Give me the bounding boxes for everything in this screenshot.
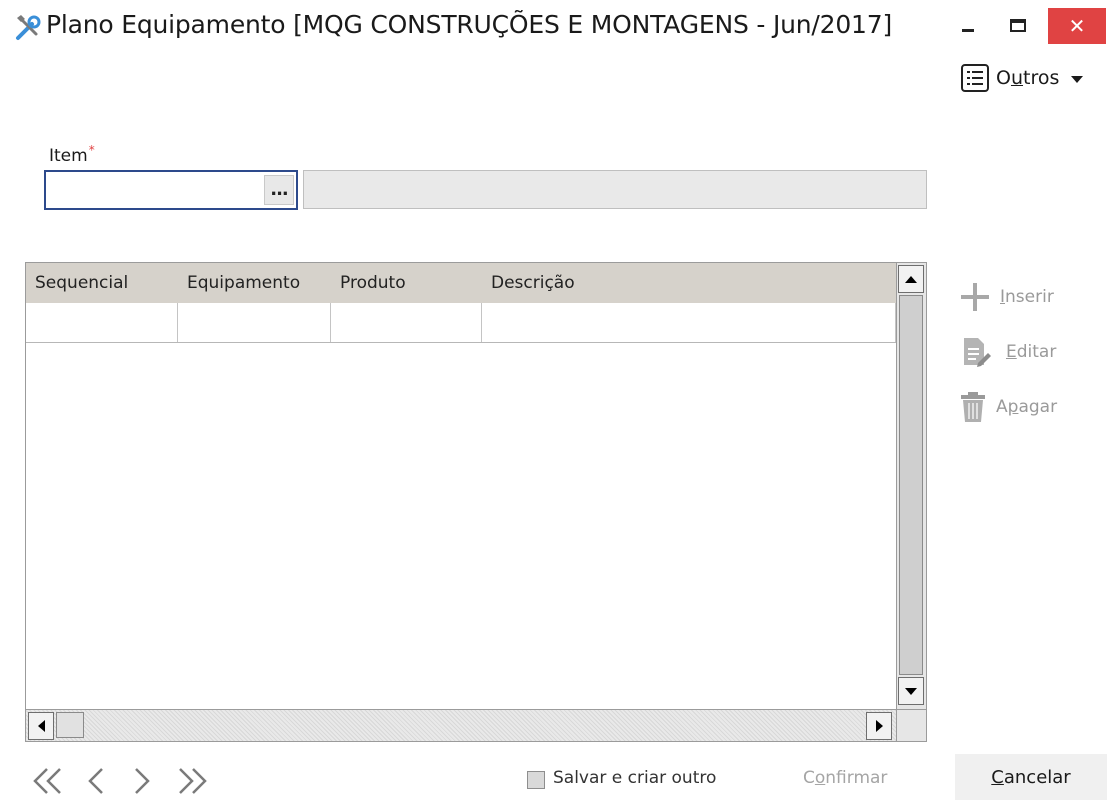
double-chevron-left-icon <box>33 768 61 794</box>
minimize-icon <box>962 29 974 32</box>
grid-header: Sequencial Equipamento Produto Descrição <box>26 263 896 303</box>
save-and-new-label[interactable]: Salvar e criar outro <box>553 768 716 788</box>
edit-button[interactable]: Editar <box>958 335 1056 369</box>
maximize-button[interactable] <box>996 8 1040 44</box>
required-marker: * <box>88 143 95 157</box>
insert-button[interactable]: Inserir <box>958 280 1054 314</box>
horizontal-scroll-thumb[interactable] <box>56 712 84 738</box>
tools-icon <box>16 15 41 40</box>
item-description-field <box>303 170 927 209</box>
scroll-left-button[interactable] <box>28 712 54 740</box>
chevron-right-icon <box>135 768 150 794</box>
maximize-icon <box>1010 19 1026 32</box>
cancel-button[interactable]: Cancelar <box>955 754 1107 800</box>
close-button[interactable]: ✕ <box>1048 8 1106 44</box>
edit-label: Editar <box>1006 342 1057 362</box>
table-cell[interactable] <box>26 303 178 342</box>
column-header-sequencial[interactable]: Sequencial <box>26 263 178 303</box>
column-header-produto[interactable]: Produto <box>331 263 482 303</box>
table-row[interactable] <box>26 303 896 343</box>
scroll-up-button[interactable] <box>898 265 924 293</box>
column-header-equipamento[interactable]: Equipamento <box>178 263 331 303</box>
arrow-right-icon <box>875 720 883 732</box>
nav-first-button[interactable] <box>28 764 68 798</box>
insert-label: Inserir <box>1000 287 1054 307</box>
confirm-button[interactable]: Confirmar <box>803 768 887 788</box>
delete-button[interactable]: Apagar <box>958 390 1057 424</box>
outros-menu-button[interactable]: Outros <box>960 62 1084 94</box>
item-lookup-button[interactable]: ... <box>264 175 294 205</box>
table-cell[interactable] <box>178 303 331 342</box>
title-bar: Plano Equipamento [MQG CONSTRUÇÕES E MON… <box>0 0 1111 58</box>
save-and-new-checkbox[interactable] <box>527 771 545 789</box>
delete-label: Apagar <box>996 397 1058 417</box>
item-label: Item* <box>49 143 95 166</box>
nav-next-button[interactable] <box>124 764 160 798</box>
horizontal-scrollbar[interactable] <box>26 709 896 741</box>
vertical-scrollbar[interactable] <box>896 263 926 709</box>
scrollbar-corner <box>896 709 926 741</box>
plus-icon <box>961 283 989 311</box>
table-cell[interactable] <box>482 303 896 342</box>
outros-label: Outros <box>996 67 1060 89</box>
window-title: Plano Equipamento [MQG CONSTRUÇÕES E MON… <box>46 10 893 39</box>
trash-icon <box>961 392 985 422</box>
column-header-descricao[interactable]: Descrição <box>482 263 896 303</box>
nav-previous-button[interactable] <box>78 764 114 798</box>
scroll-down-button[interactable] <box>898 677 924 705</box>
chevron-down-icon <box>1071 75 1084 83</box>
arrow-left-icon <box>37 720 45 732</box>
edit-document-icon <box>964 338 991 367</box>
item-input[interactable] <box>44 170 298 210</box>
equipment-grid: Sequencial Equipamento Produto Descrição <box>25 262 927 742</box>
minimize-button[interactable] <box>946 8 990 44</box>
vertical-scroll-thumb[interactable] <box>899 295 923 675</box>
chevron-left-icon <box>88 768 103 794</box>
arrow-down-icon <box>905 687 917 695</box>
list-icon <box>961 64 989 92</box>
scroll-right-button[interactable] <box>866 712 892 740</box>
close-icon: ✕ <box>1068 14 1086 38</box>
nav-last-button[interactable] <box>172 764 212 798</box>
arrow-up-icon <box>905 275 917 283</box>
table-cell[interactable] <box>331 303 482 342</box>
double-chevron-right-icon <box>179 768 207 794</box>
